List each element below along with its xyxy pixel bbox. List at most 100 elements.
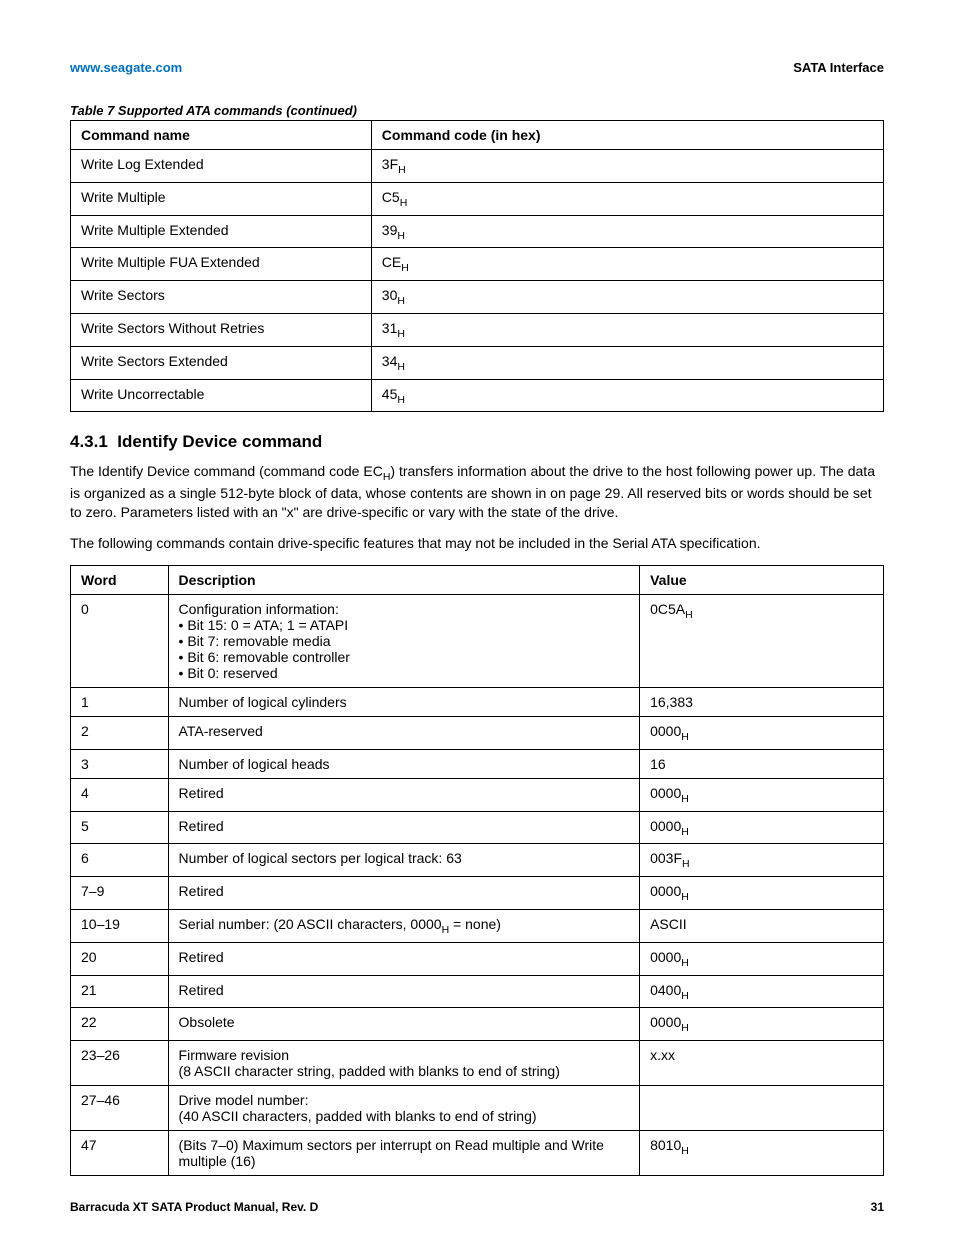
value-cell: 0000H: [640, 778, 884, 811]
word-cell: 1: [71, 688, 169, 717]
value-cell: 16,383: [640, 688, 884, 717]
th-command-name: Command name: [71, 121, 372, 150]
desc-cell: Retired: [168, 975, 640, 1008]
word-cell: 23–26: [71, 1041, 169, 1086]
cmd-name-cell: Write Sectors: [71, 281, 372, 314]
ata-commands-table: Command name Command code (in hex) Write…: [70, 120, 884, 412]
cmd-code-cell: 31H: [371, 313, 883, 346]
desc-cell: (Bits 7–0) Maximum sectors per interrupt…: [168, 1131, 640, 1176]
word-cell: 21: [71, 975, 169, 1008]
word-cell: 20: [71, 942, 169, 975]
section-number: 4.3.1: [70, 432, 108, 451]
cmd-code-cell: 30H: [371, 281, 883, 314]
cmd-name-cell: Write Uncorrectable: [71, 379, 372, 412]
value-cell: 0400H: [640, 975, 884, 1008]
word-cell: 2: [71, 717, 169, 750]
cmd-name-cell: Write Sectors Without Retries: [71, 313, 372, 346]
value-cell: 0000H: [640, 942, 884, 975]
desc-cell: Number of logical sectors per logical tr…: [168, 844, 640, 877]
table-row: 20Retired0000H: [71, 942, 884, 975]
table-row: Write Sectors Without Retries31H: [71, 313, 884, 346]
table-row: 21Retired0400H: [71, 975, 884, 1008]
table-row: Write MultipleC5H: [71, 182, 884, 215]
desc-cell: Retired: [168, 877, 640, 910]
word-cell: 47: [71, 1131, 169, 1176]
cmd-name-cell: Write Multiple Extended: [71, 215, 372, 248]
cmd-code-cell: C5H: [371, 182, 883, 215]
cmd-code-cell: CEH: [371, 248, 883, 281]
footer-left: Barracuda XT SATA Product Manual, Rev. D: [70, 1200, 318, 1214]
desc-cell: Serial number: (20 ASCII characters, 000…: [168, 910, 640, 943]
value-cell: 16: [640, 749, 884, 778]
desc-cell: Retired: [168, 811, 640, 844]
desc-cell: Configuration information:• Bit 15: 0 = …: [168, 595, 640, 688]
table-row: 22Obsolete0000H: [71, 1008, 884, 1041]
table-row: 4Retired0000H: [71, 778, 884, 811]
table1-caption: Table 7 Supported ATA commands (continue…: [70, 103, 884, 118]
cmd-name-cell: Write Multiple: [71, 182, 372, 215]
table-row: Write Sectors30H: [71, 281, 884, 314]
value-cell: 003FH: [640, 844, 884, 877]
table-row: Write Uncorrectable45H: [71, 379, 884, 412]
desc-cell: Number of logical cylinders: [168, 688, 640, 717]
value-cell: ASCII: [640, 910, 884, 943]
cmd-code-cell: 39H: [371, 215, 883, 248]
value-cell: 8010H: [640, 1131, 884, 1176]
seagate-link[interactable]: www.seagate.com: [70, 60, 182, 75]
value-cell: 0C5AH: [640, 595, 884, 688]
word-cell: 27–46: [71, 1086, 169, 1131]
value-cell: 0000H: [640, 717, 884, 750]
value-cell: 0000H: [640, 1008, 884, 1041]
desc-cell: Obsolete: [168, 1008, 640, 1041]
value-cell: 0000H: [640, 811, 884, 844]
page-header: www.seagate.com SATA Interface: [70, 60, 884, 75]
desc-cell: Drive model number:(40 ASCII characters,…: [168, 1086, 640, 1131]
value-cell: 0000H: [640, 877, 884, 910]
table-row: Write Multiple FUA ExtendedCEH: [71, 248, 884, 281]
word-cell: 4: [71, 778, 169, 811]
cmd-code-cell: 45H: [371, 379, 883, 412]
desc-cell: Retired: [168, 942, 640, 975]
table-row: 47(Bits 7–0) Maximum sectors per interru…: [71, 1131, 884, 1176]
cmd-name-cell: Write Multiple FUA Extended: [71, 248, 372, 281]
identify-device-table: Word Description Value 0Configuration in…: [70, 565, 884, 1176]
footer-right: 31: [871, 1200, 884, 1214]
table-row: 7–9Retired0000H: [71, 877, 884, 910]
table-row: 23–26Firmware revision(8 ASCII character…: [71, 1041, 884, 1086]
desc-cell: Retired: [168, 778, 640, 811]
table-row: 0Configuration information:• Bit 15: 0 =…: [71, 595, 884, 688]
value-cell: x.xx: [640, 1041, 884, 1086]
table-row: 27–46Drive model number:(40 ASCII charac…: [71, 1086, 884, 1131]
desc-cell: Number of logical heads: [168, 749, 640, 778]
cmd-code-cell: 34H: [371, 346, 883, 379]
table-row: 1Number of logical cylinders16,383: [71, 688, 884, 717]
desc-cell: Firmware revision(8 ASCII character stri…: [168, 1041, 640, 1086]
table-row: Write Log Extended3FH: [71, 150, 884, 183]
cmd-code-cell: 3FH: [371, 150, 883, 183]
word-cell: 7–9: [71, 877, 169, 910]
word-cell: 6: [71, 844, 169, 877]
cmd-name-cell: Write Log Extended: [71, 150, 372, 183]
word-cell: 0: [71, 595, 169, 688]
paragraph-1: The Identify Device command (command cod…: [70, 462, 884, 522]
table-row: 6Number of logical sectors per logical t…: [71, 844, 884, 877]
word-cell: 5: [71, 811, 169, 844]
table-row: 5Retired0000H: [71, 811, 884, 844]
word-cell: 10–19: [71, 910, 169, 943]
para1-pre: The Identify Device command (command cod…: [70, 463, 383, 479]
value-cell: [640, 1086, 884, 1131]
section-heading: 4.3.1 Identify Device command: [70, 432, 884, 452]
th-description: Description: [168, 566, 640, 595]
word-cell: 3: [71, 749, 169, 778]
table-row: 2ATA-reserved0000H: [71, 717, 884, 750]
table-row: 3Number of logical heads16: [71, 749, 884, 778]
th-command-code: Command code (in hex): [371, 121, 883, 150]
table-row: Write Multiple Extended39H: [71, 215, 884, 248]
section-title: Identify Device command: [117, 432, 322, 451]
cmd-name-cell: Write Sectors Extended: [71, 346, 372, 379]
header-right: SATA Interface: [793, 60, 884, 75]
desc-cell: ATA-reserved: [168, 717, 640, 750]
paragraph-2: The following commands contain drive-spe…: [70, 534, 884, 553]
page-footer: Barracuda XT SATA Product Manual, Rev. D…: [70, 1200, 884, 1214]
table-row: Write Sectors Extended34H: [71, 346, 884, 379]
